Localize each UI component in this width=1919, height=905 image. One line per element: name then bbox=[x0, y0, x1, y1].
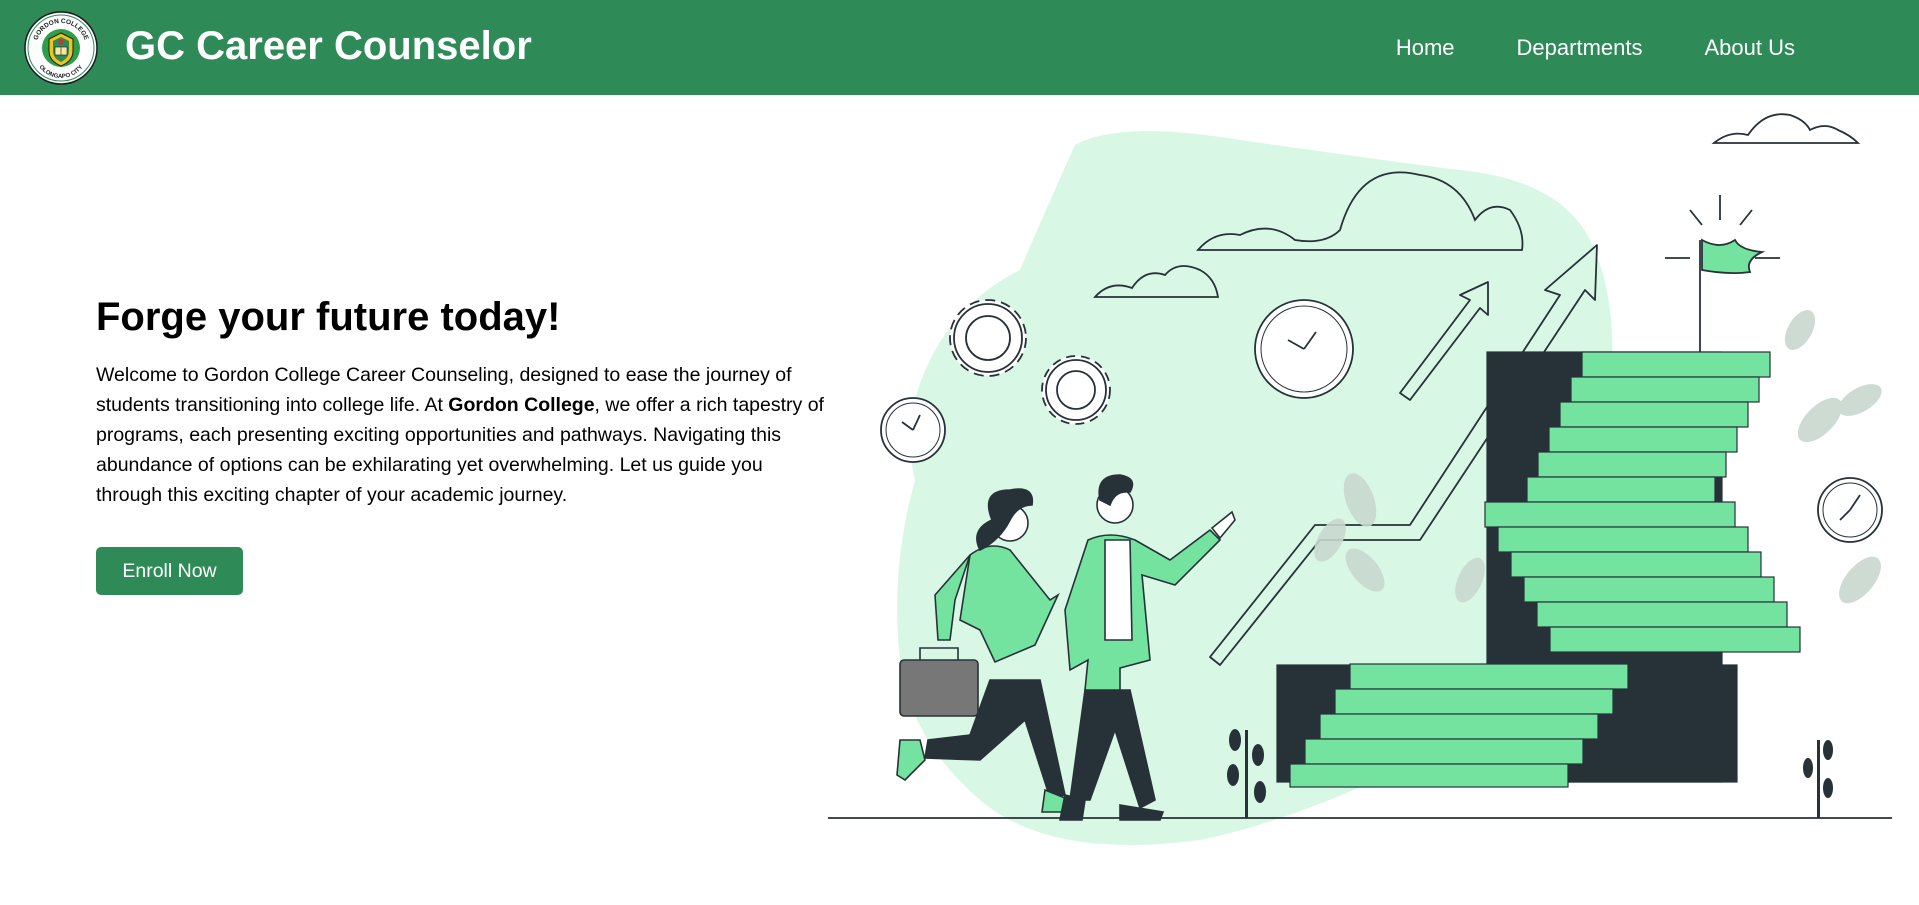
nav-link-about-us[interactable]: About Us bbox=[1705, 35, 1796, 60]
hero-section: Forge your future today! Welcome to Gord… bbox=[96, 292, 826, 510]
enroll-now-button[interactable]: Enroll Now bbox=[96, 547, 243, 595]
flag-icon bbox=[1665, 195, 1780, 352]
hero-heading: Forge your future today! bbox=[96, 295, 561, 339]
navbar: GORDON COLLEGE OLONGAPO CITY GC Career C… bbox=[0, 0, 1919, 95]
site-title: GC Career Counselor bbox=[125, 24, 532, 68]
gordon-college-logo[interactable]: GORDON COLLEGE OLONGAPO CITY bbox=[24, 11, 98, 85]
nav-menu: Home Departments About Us bbox=[1396, 0, 1795, 95]
nav-link-home[interactable]: Home bbox=[1396, 35, 1455, 60]
nav-link-departments[interactable]: Departments bbox=[1517, 35, 1643, 60]
hero-description: Welcome to Gordon College Career Counsel… bbox=[96, 360, 826, 510]
hero-description-college-name: Gordon College bbox=[448, 394, 595, 416]
career-growth-illustration bbox=[828, 113, 1892, 846]
